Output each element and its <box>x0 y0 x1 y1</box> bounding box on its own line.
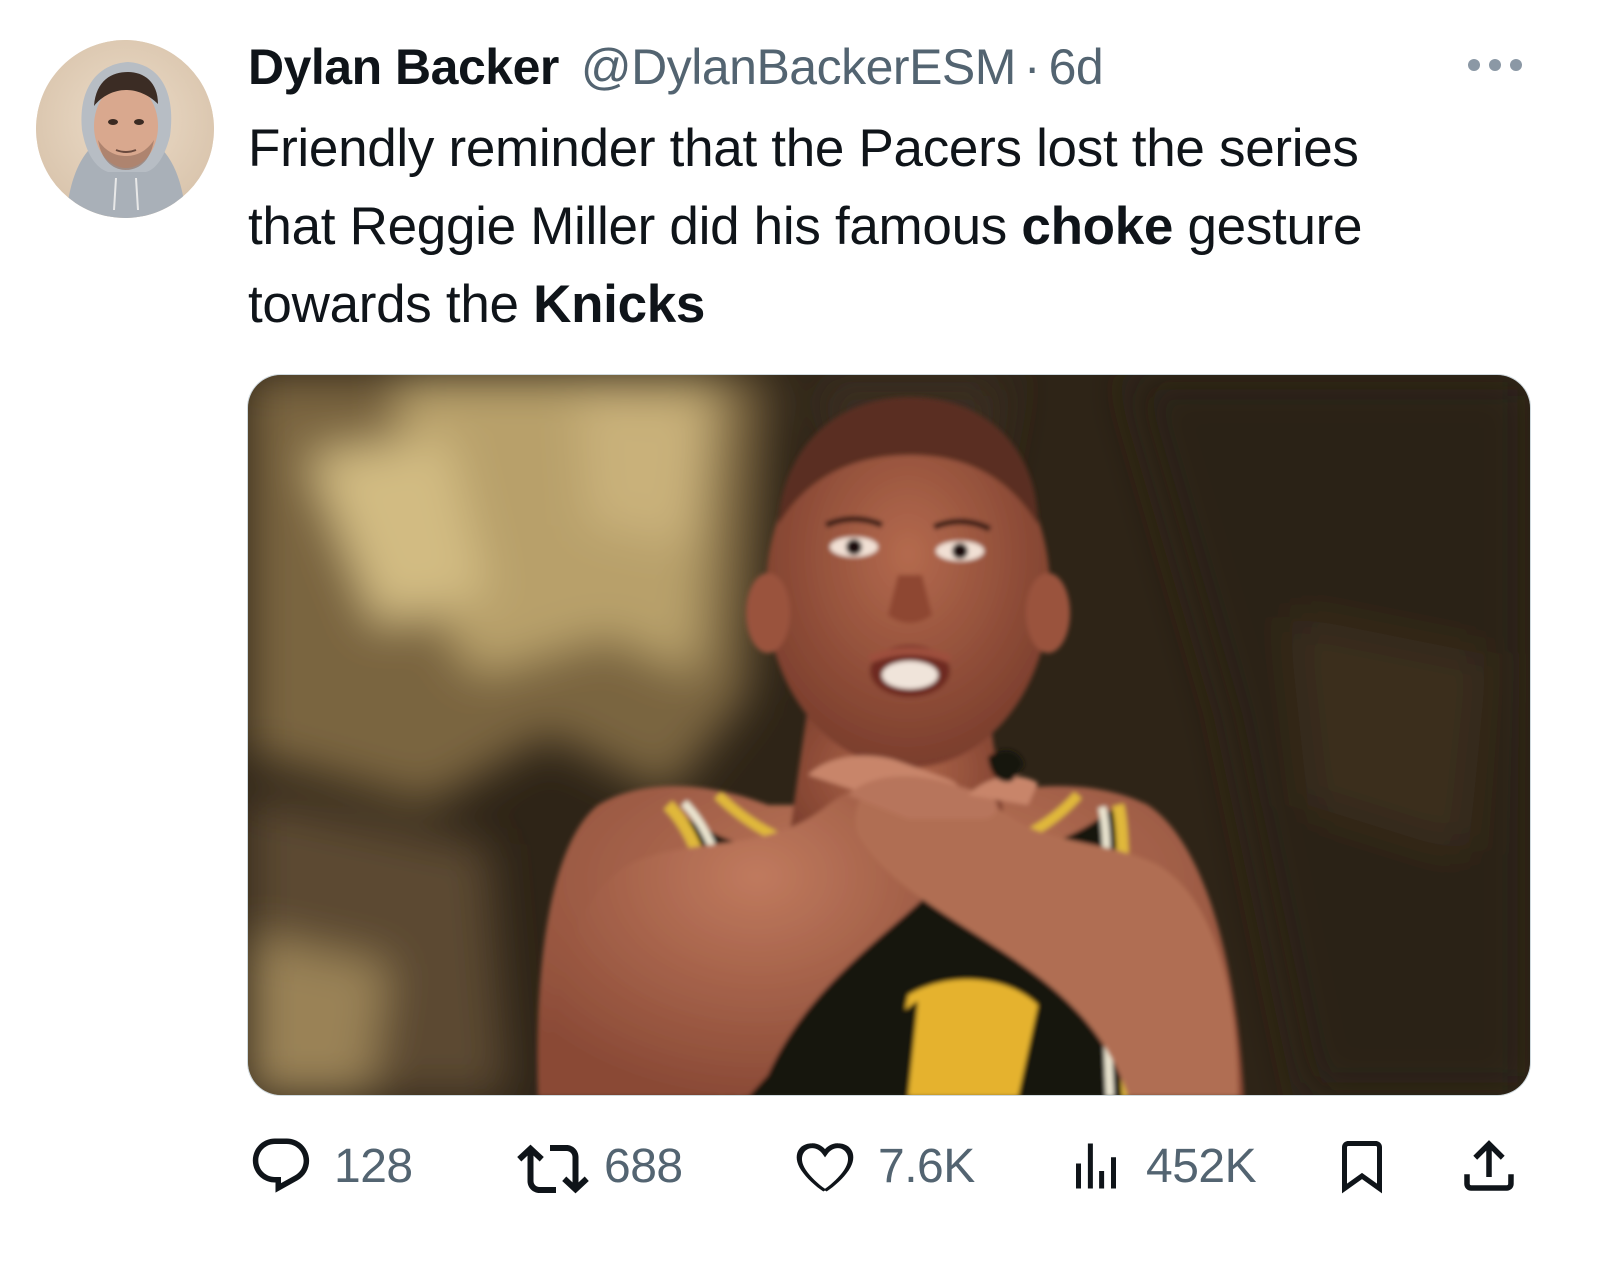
tweet-text-line: towards the Knicks <box>248 266 1548 344</box>
share-button[interactable] <box>1456 1130 1522 1202</box>
tweet-action-bar: 128 688 7.6K 452K <box>248 1130 1538 1202</box>
bookmark-icon <box>1332 1133 1392 1199</box>
tweet-timestamp[interactable]: 6d <box>1049 38 1104 96</box>
tweet-media-image[interactable] <box>247 374 1531 1096</box>
heart-icon <box>792 1133 858 1199</box>
tweet-text-bold: choke <box>1021 197 1174 256</box>
tweet-card[interactable]: Dylan Backer @DylanBackerESM · 6d Friend… <box>0 0 1600 1261</box>
header-separator: · <box>1023 39 1041 95</box>
like-button[interactable]: 7.6K <box>792 1130 975 1202</box>
reply-icon <box>248 1133 314 1199</box>
author-display-name[interactable]: Dylan Backer <box>248 38 559 96</box>
bookmark-button[interactable] <box>1332 1130 1392 1202</box>
author-avatar[interactable] <box>36 40 214 218</box>
retweet-button[interactable]: 688 <box>516 1130 683 1202</box>
more-icon[interactable] <box>1462 50 1528 80</box>
more-dot <box>1468 59 1480 71</box>
share-icon <box>1456 1133 1522 1199</box>
views-count: 452K <box>1146 1139 1257 1193</box>
tweet-text-segment: towards the <box>248 275 534 334</box>
author-handle[interactable]: @DylanBackerESM <box>581 38 1017 96</box>
views-button[interactable]: 452K <box>1066 1130 1257 1202</box>
tweet-text: Friendly reminder that the Pacers lost t… <box>248 110 1548 344</box>
retweet-count: 688 <box>604 1139 683 1193</box>
tweet-text-line: that Reggie Miller did his famous choke … <box>248 188 1548 266</box>
reply-count: 128 <box>334 1139 413 1193</box>
retweet-icon <box>516 1133 590 1199</box>
tweet-header: Dylan Backer @DylanBackerESM · 6d <box>248 34 1530 100</box>
reply-button[interactable]: 128 <box>248 1130 413 1202</box>
like-count: 7.6K <box>878 1139 975 1193</box>
tweet-text-segment: that Reggie Miller did his famous <box>248 197 1022 256</box>
tweet-text-segment: gesture <box>1173 197 1363 256</box>
tweet-text-line: Friendly reminder that the Pacers lost t… <box>248 119 1359 178</box>
more-dot <box>1489 59 1501 71</box>
views-icon <box>1066 1133 1126 1199</box>
more-dot <box>1510 59 1522 71</box>
tweet-text-bold: Knicks <box>533 275 706 334</box>
